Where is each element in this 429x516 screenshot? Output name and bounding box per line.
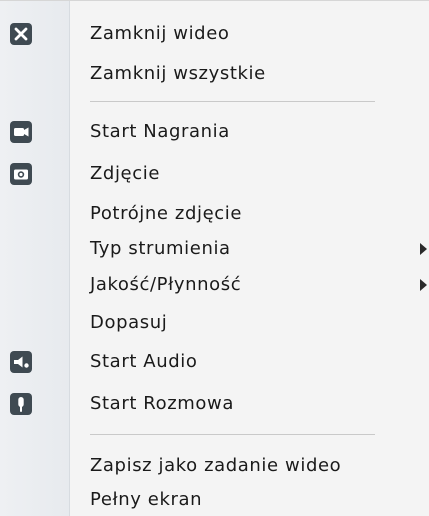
submenu-arrow-icon	[420, 279, 427, 291]
menu-item-snapshot[interactable]: Zdjęcie	[0, 155, 429, 193]
speaker-icon	[10, 351, 32, 373]
menu-item-fullscreen[interactable]: Pełny ekran	[0, 481, 429, 516]
menu-item-label: Zapisz jako zadanie wideo	[90, 455, 342, 476]
menu-item-label: Start Audio	[90, 351, 198, 372]
menu-item-label: Dopasuj	[90, 312, 168, 333]
menu-separator	[90, 434, 375, 435]
menu-item-label: Potrójne zdjęcie	[90, 203, 243, 224]
menu-item-stream-type[interactable]: Typ strumienia	[0, 230, 429, 268]
menu-item-start-recording[interactable]: Start Nagrania	[0, 113, 429, 151]
menu-item-fit[interactable]: Dopasuj	[0, 304, 429, 342]
menu-item-close-all[interactable]: Zamknij wszystkie	[0, 55, 429, 93]
menu-separator	[90, 101, 375, 102]
video-camera-icon	[10, 121, 32, 143]
menu-item-label: Jakość/Płynność	[90, 274, 242, 295]
close-icon	[10, 23, 32, 45]
menu-item-label: Zdjęcie	[90, 163, 161, 184]
camera-icon	[10, 163, 32, 185]
microphone-icon	[10, 393, 32, 415]
menu-item-label: Zamknij wszystkie	[90, 63, 266, 84]
menu-item-start-talk[interactable]: Start Rozmowa	[0, 385, 429, 423]
menu-item-save-video-task[interactable]: Zapisz jako zadanie wideo	[0, 447, 429, 485]
submenu-arrow-icon	[420, 243, 427, 255]
context-menu: Zamknij wideo Zamknij wszystkie Start Na…	[0, 0, 429, 516]
menu-item-label: Zamknij wideo	[90, 23, 230, 44]
menu-item-triple-snapshot[interactable]: Potrójne zdjęcie	[0, 195, 429, 233]
menu-item-label: Pełny ekran	[90, 489, 203, 510]
menu-item-label: Typ strumienia	[90, 238, 231, 259]
menu-item-label: Start Rozmowa	[90, 393, 234, 414]
menu-item-quality-fluency[interactable]: Jakość/Płynność	[0, 266, 429, 304]
menu-item-close-video[interactable]: Zamknij wideo	[0, 15, 429, 53]
menu-item-label: Start Nagrania	[90, 121, 230, 142]
menu-item-start-audio[interactable]: Start Audio	[0, 343, 429, 381]
